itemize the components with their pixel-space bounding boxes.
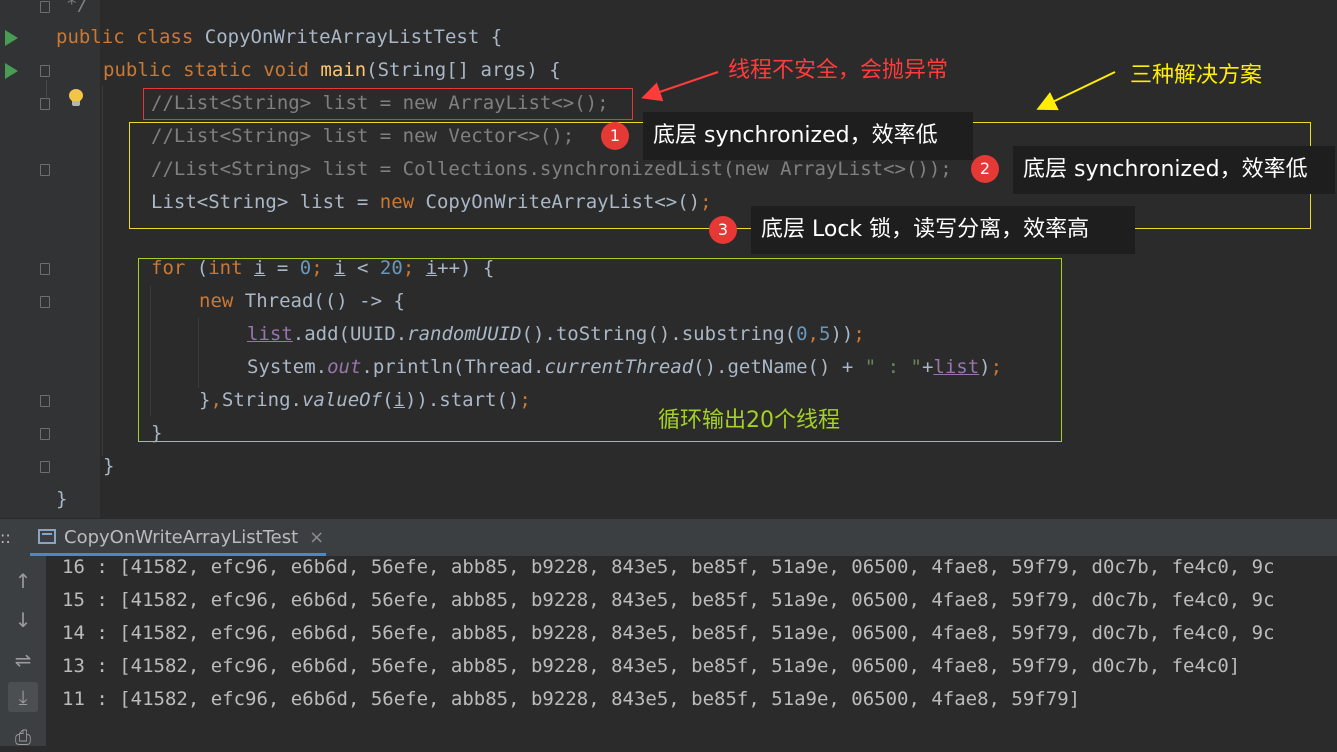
- close-icon[interactable]: ×: [309, 519, 324, 556]
- console-output[interactable]: 16 : [41582, efc96, e6b6d, 56efe, abb85,…: [46, 556, 1337, 746]
- console-line: 11 : [41582, efc96, e6b6d, 56efe, abb85,…: [62, 688, 1081, 710]
- arrow-up-icon[interactable]: ↑: [8, 566, 38, 596]
- solutions-arrow: [1036, 71, 1116, 111]
- console-line: 13 : [41582, efc96, e6b6d, 56efe, abb85,…: [62, 655, 1241, 677]
- console-line: 16 : [41582, efc96, e6b6d, 56efe, abb85,…: [62, 556, 1275, 578]
- callout-cow: 底层 Lock 锁，读写分离，效率高: [751, 206, 1135, 254]
- unsafe-annotation: 线程不安全，会抛异常: [728, 58, 949, 83]
- badge-2: 2: [971, 155, 999, 183]
- run-panel-label: ::: [0, 528, 11, 547]
- three-solutions-annotation: 三种解决方案: [1130, 63, 1263, 88]
- console-line: 15 : [41582, efc96, e6b6d, 56efe, abb85,…: [62, 589, 1275, 611]
- loop-annotation: 循环输出20个线程: [658, 408, 840, 433]
- console-line: 14 : [41582, efc96, e6b6d, 56efe, abb85,…: [62, 622, 1275, 644]
- soft-wrap-icon[interactable]: ⇌: [8, 645, 38, 675]
- callout-synclist: 底层 synchronized，效率低: [1013, 146, 1335, 194]
- run-tool-window-header: :: CopyOnWriteArrayListTest ×: [0, 518, 1337, 556]
- console-icon: [38, 529, 56, 544]
- badge-3: 3: [709, 216, 737, 244]
- run-tab[interactable]: CopyOnWriteArrayListTest ×: [30, 519, 324, 556]
- unsafe-arrow: [641, 71, 719, 102]
- arrow-down-icon[interactable]: ↓: [8, 605, 38, 635]
- print-icon[interactable]: ⎙: [8, 722, 38, 752]
- console-toolbar: ↑ ↓ ⇌ ⤓ ⎙: [0, 556, 46, 749]
- badge-1: 1: [601, 122, 629, 150]
- run-tab-title: CopyOnWriteArrayListTest: [64, 527, 299, 548]
- callout-vector: 底层 synchronized，效率低: [643, 112, 973, 160]
- scroll-to-end-icon[interactable]: ⤓: [8, 682, 38, 712]
